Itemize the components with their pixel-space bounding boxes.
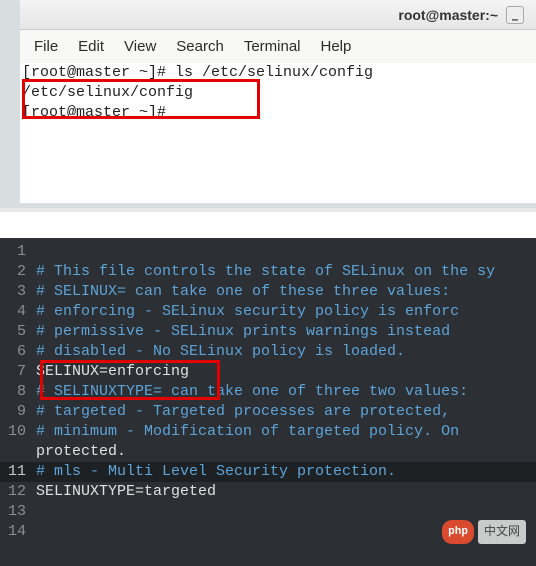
line-number: 13: [4, 502, 26, 522]
line-number: 8: [4, 382, 26, 402]
watermark: php 中文网: [442, 520, 526, 544]
code-line: # SELINUXTYPE= can take one of three two…: [36, 382, 536, 402]
code-line: # mls - Multi Level Security protection.: [36, 462, 536, 482]
line-number: 5: [4, 322, 26, 342]
terminal-line: /etc/selinux/config: [22, 83, 534, 103]
code-area[interactable]: # This file controls the state of SELinu…: [36, 238, 536, 546]
menu-view[interactable]: View: [124, 38, 156, 55]
line-number-gutter: 12345678910 11121314: [0, 238, 36, 546]
window-title: root@master:~: [398, 7, 498, 23]
code-line: # targeted - Targeted processes are prot…: [36, 402, 536, 422]
line-number: 12: [4, 482, 26, 502]
code-line: SELINUXTYPE=targeted: [36, 482, 536, 502]
line-number: 2: [4, 262, 26, 282]
menu-help[interactable]: Help: [321, 38, 352, 55]
code-line: # enforcing - SELinux security policy is…: [36, 302, 536, 322]
code-line: [36, 502, 536, 522]
code-line: # minimum - Modification of targeted pol…: [36, 422, 536, 442]
menubar: File Edit View Search Terminal Help: [20, 30, 536, 63]
line-number: 14: [4, 522, 26, 542]
line-number: 10: [4, 422, 26, 442]
watermark-text: 中文网: [478, 520, 526, 544]
menu-file[interactable]: File: [34, 38, 58, 55]
code-line: # SELINUX= can take one of these three v…: [36, 282, 536, 302]
minimize-button[interactable]: –: [506, 6, 524, 24]
code-line: # This file controls the state of SELinu…: [36, 262, 536, 282]
line-number: [4, 442, 26, 462]
line-number: 9: [4, 402, 26, 422]
line-number: 11: [0, 462, 36, 482]
editor-window[interactable]: 12345678910 11121314 # This file control…: [0, 238, 536, 566]
divider: [0, 208, 536, 238]
line-number: 1: [4, 242, 26, 262]
terminal-window: root@master:~ – File Edit View Search Te…: [0, 0, 536, 208]
code-line: # disabled - No SELinux policy is loaded…: [36, 342, 536, 362]
menu-edit[interactable]: Edit: [78, 38, 104, 55]
code-line: SELINUX=enforcing: [36, 362, 536, 382]
terminal-content[interactable]: [root@master ~]# ls /etc/selinux/config …: [20, 63, 536, 203]
line-number: 3: [4, 282, 26, 302]
code-line: [36, 242, 536, 262]
terminal-line: [root@master ~]# ls /etc/selinux/config: [22, 63, 534, 83]
terminal-line: [root@master ~]#: [22, 103, 534, 123]
line-number: 4: [4, 302, 26, 322]
menu-search[interactable]: Search: [176, 38, 224, 55]
line-number: 7: [4, 362, 26, 382]
code-line: protected.: [36, 442, 536, 462]
watermark-logo: php: [442, 520, 474, 544]
code-line: # permissive - SELinux prints warnings i…: [36, 322, 536, 342]
menu-terminal[interactable]: Terminal: [244, 38, 301, 55]
window-titlebar[interactable]: root@master:~ –: [20, 0, 536, 30]
line-number: 6: [4, 342, 26, 362]
